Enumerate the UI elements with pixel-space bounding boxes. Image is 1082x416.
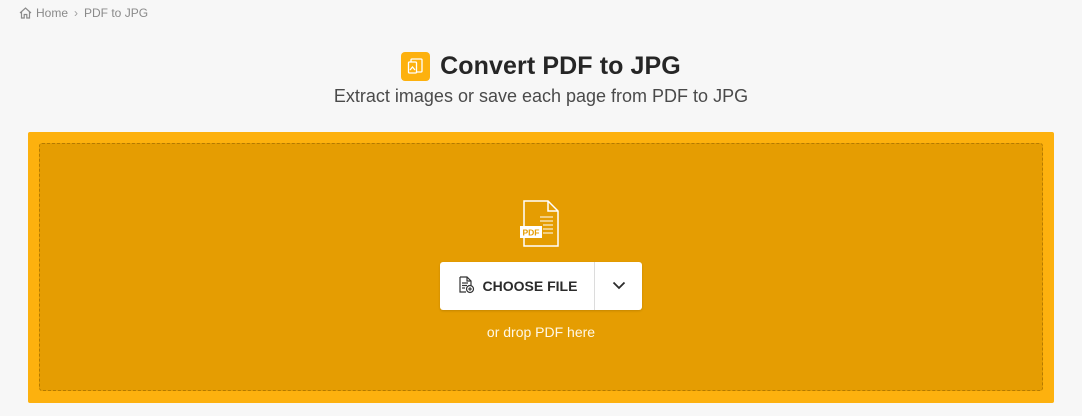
chevron-down-icon <box>612 277 626 295</box>
pdf-file-icon: PDF <box>520 200 559 247</box>
drop-hint: or drop PDF here <box>486 324 596 340</box>
breadcrumb: Home › PDF to JPG <box>19 6 148 20</box>
breadcrumb-home-link[interactable]: Home <box>19 6 68 20</box>
image-convert-icon <box>401 52 431 81</box>
choose-file-group: CHOOSE FILE <box>440 262 642 310</box>
dropzone-inner[interactable]: PDF CHOOSE FILE or drop PDF here <box>39 143 1043 391</box>
page-title: Convert PDF to JPG <box>440 52 681 80</box>
dropzone[interactable]: PDF CHOOSE FILE or drop PDF here <box>28 132 1054 403</box>
breadcrumb-separator: › <box>74 6 79 20</box>
add-file-icon <box>457 275 475 297</box>
choose-file-label: CHOOSE FILE <box>482 278 578 294</box>
page-header: Convert PDF to JPG <box>0 52 1082 81</box>
page-subtitle: Extract images or save each page from PD… <box>333 86 749 106</box>
choose-file-button[interactable]: CHOOSE FILE <box>440 262 594 310</box>
home-icon <box>19 7 32 19</box>
breadcrumb-current[interactable]: PDF to JPG <box>84 6 148 20</box>
file-source-dropdown-button[interactable] <box>595 262 642 310</box>
pdf-file-icon-label: PDF <box>523 228 540 238</box>
breadcrumb-home-label: Home <box>36 6 69 20</box>
